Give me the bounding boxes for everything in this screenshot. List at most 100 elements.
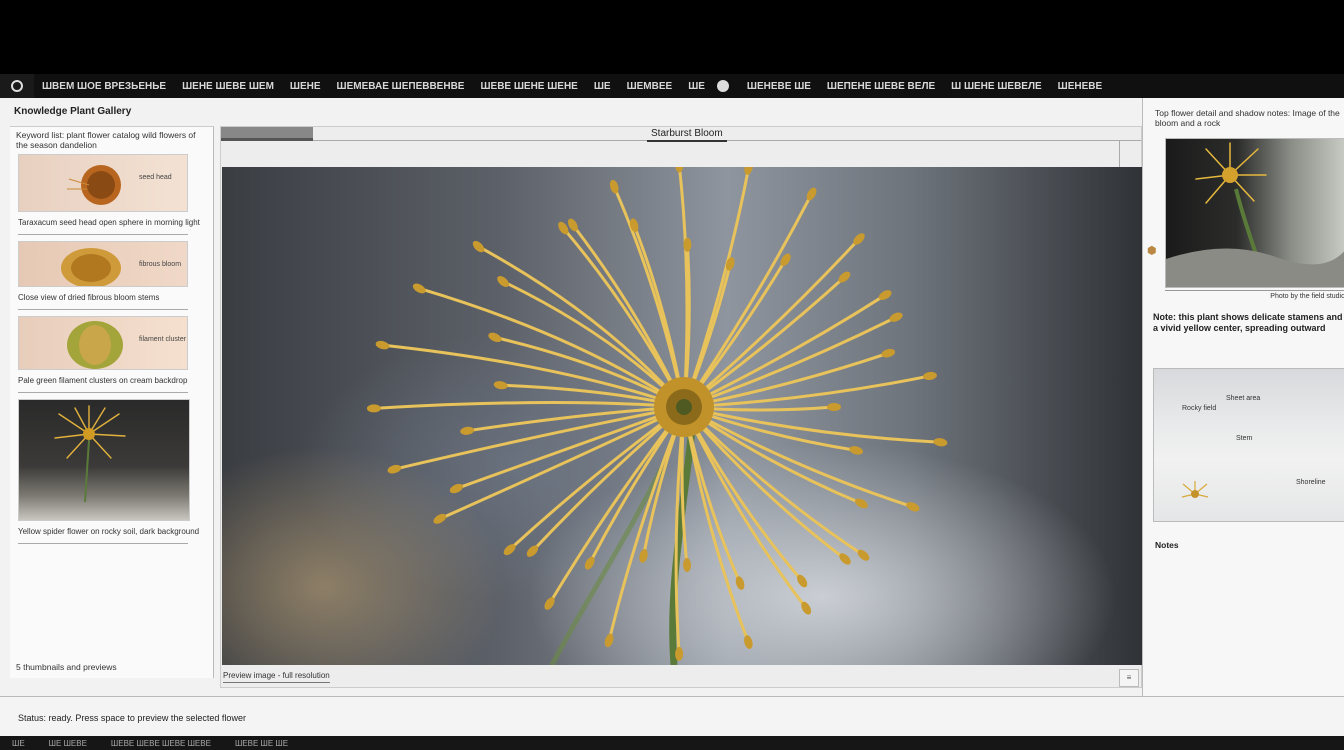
petal-tip — [889, 312, 903, 322]
taskbar: ШЕ ШЕ ШЕВЕ ШЕВЕ ШЕВЕ ШЕВЕ ШЕВЕ ШЕВЕ ШЕ Ш… — [0, 736, 1344, 750]
mini-flower-icon — [1181, 481, 1209, 498]
detail-header: Top flower detail and shadow notes: Imag… — [1155, 108, 1340, 128]
thumbnail-image[interactable]: seed head — [18, 154, 188, 212]
detail-panel: Top flower detail and shadow notes: Imag… — [1142, 98, 1344, 696]
thumbnail-card[interactable]: fibrous bloom Close view of dried fibrou… — [18, 241, 205, 310]
detail-flower-icon — [1166, 142, 1344, 287]
divider — [18, 234, 188, 235]
app-logo-icon[interactable] — [0, 74, 34, 98]
thumbnail-image[interactable] — [18, 399, 190, 521]
detail-image-caption: Photo by the field studio — [1165, 290, 1344, 300]
starburst-flower-icon — [366, 167, 948, 665]
menu-item[interactable]: ШЕПЕНЕ ШЕВЕ ВЕЛЕ — [819, 81, 943, 92]
thumbnail-card[interactable]: filament cluster Pale green filament clu… — [18, 316, 205, 393]
menu-item[interactable]: ШЕНЕ — [282, 81, 329, 92]
globe-icon[interactable] — [716, 80, 729, 92]
filament-cluster-icon — [67, 321, 123, 369]
thumbnail-card[interactable]: seed head Taraxacum seed head open spher… — [18, 154, 205, 235]
main-preview-image[interactable] — [222, 167, 1142, 665]
scroll-gutter[interactable] — [1119, 141, 1141, 167]
status-text: Status: ready. Press space to preview th… — [18, 713, 246, 723]
detail-image[interactable] — [1165, 138, 1344, 288]
petal-tip — [933, 438, 948, 447]
menu-item[interactable]: ШЕ — [586, 81, 619, 92]
thumbnail-label: filament cluster — [139, 336, 187, 343]
detail-note: Note: this plant shows delicate stamens … — [1153, 312, 1343, 333]
petal-tip — [683, 558, 692, 573]
petal-tip — [497, 276, 510, 288]
petal — [682, 405, 942, 444]
petal-tip — [639, 549, 648, 563]
petal-tip — [744, 635, 753, 650]
thumbnail-label: seed head — [139, 174, 172, 181]
menubar: ШВЕМ ШОЕ ВРЕЗЬЕНЬЕ ШЕНЕ ШЕВЕ ШЕМ ШЕНЕ ШЕ… — [0, 74, 1344, 98]
resize-handle-icon[interactable]: ≡ — [1119, 669, 1139, 687]
menu-item[interactable]: ШЕВЕ ШЕНЕ ШЕНЕ — [472, 81, 585, 92]
petal — [682, 405, 915, 509]
preview-panel: Starburst Bloom Preview image - full res… — [220, 126, 1142, 688]
petal-tip — [675, 167, 684, 173]
petal-tip — [854, 498, 868, 509]
menu-item[interactable]: ШЕНЕВЕ — [1050, 81, 1111, 92]
thumbnail-image[interactable]: filament cluster — [18, 316, 188, 370]
petal-tip — [433, 513, 447, 524]
petal-tip — [375, 340, 390, 350]
detail-map[interactable]: Sheet area Rocky field Stem Shoreline — [1153, 368, 1344, 522]
thumbnail-caption: Close view of dried fibrous bloom stems — [18, 293, 160, 302]
petal-tip — [449, 483, 463, 494]
app-window: Knowledge Plant Gallery Keyword list: pl… — [0, 98, 1344, 736]
petal-tip — [906, 502, 920, 512]
petal-tip — [366, 404, 381, 413]
petal-tip — [629, 218, 639, 233]
divider — [18, 309, 188, 310]
menu-item[interactable]: Ш ШЕНЕ ШЕВЕЛЕ — [943, 81, 1050, 92]
petal-tip — [827, 403, 841, 411]
seed-head-icon — [67, 165, 121, 205]
menu-item[interactable]: ШВЕМ ШОЕ ВРЕЗЬЕНЬЕ — [34, 81, 174, 92]
taskbar-item[interactable]: ШЕ ШЕВЕ — [37, 739, 99, 748]
window-title: Knowledge Plant Gallery — [14, 106, 132, 117]
petal-tip — [387, 464, 402, 474]
detail-footer: Notes — [1155, 540, 1179, 550]
preview-title: Starburst Bloom — [647, 128, 727, 142]
menu-item[interactable]: ШЕМЕВАЕ ШЕПЕВВЕНВЕ — [329, 81, 473, 92]
taskbar-item[interactable]: ШЕВЕ ШЕ ШЕ — [223, 739, 300, 748]
divider — [18, 543, 188, 544]
thumbnail-sidebar: Keyword list: plant flower catalog wild … — [10, 126, 214, 678]
sidebar-header: Keyword list: plant flower catalog wild … — [16, 130, 196, 150]
taskbar-item[interactable]: ШЕ — [0, 739, 37, 748]
map-label: Shoreline — [1296, 479, 1326, 486]
petal-tip — [584, 556, 595, 570]
menu-item[interactable]: ШЕНЕ ШЕВЕ ШЕМ — [174, 81, 282, 92]
petal — [477, 245, 686, 409]
thumbnail-caption: Yellow spider flower on rocky soil, dark… — [18, 527, 200, 536]
letterbox-top — [0, 0, 1344, 74]
map-label: Rocky field — [1182, 405, 1217, 412]
spider-flower-icon — [54, 405, 126, 503]
sidebar-footer: 5 thumbnails and previews — [16, 662, 117, 672]
menu-item[interactable]: ШЕМВЕЕ — [619, 81, 681, 92]
thumbnail-card[interactable]: Yellow spider flower on rocky soil, dark… — [18, 399, 205, 544]
thumbnail-image[interactable]: fibrous bloom — [18, 241, 188, 287]
petal-tip — [488, 332, 502, 343]
preview-caption: Preview image - full resolution — [223, 671, 330, 683]
status-bar: Status: ready. Press space to preview th… — [0, 696, 1344, 736]
menu-item[interactable]: ШЕ — [680, 81, 713, 92]
thumbnail-caption: Pale green filament clusters on cream ba… — [18, 376, 188, 385]
petal-tip — [472, 240, 485, 253]
petal-tip — [735, 576, 745, 590]
petal-tip — [881, 348, 896, 358]
taskbar-item[interactable]: ШЕВЕ ШЕВЕ ШЕВЕ ШЕВЕ — [99, 739, 223, 748]
petal-tip — [609, 179, 619, 194]
petal-tip — [922, 371, 937, 381]
thumbnail-label: fibrous bloom — [139, 261, 182, 268]
map-label: Stem — [1236, 435, 1253, 442]
menu-item[interactable]: ШЕНЕВЕ ШЕ — [739, 81, 819, 92]
petal-tip — [744, 167, 753, 175]
tab-active[interactable] — [221, 127, 313, 141]
petal-tip — [806, 187, 817, 201]
bookmark-icon[interactable]: ⬢ — [1147, 245, 1157, 257]
petal-tip — [493, 381, 508, 390]
tab-underline — [313, 140, 1141, 141]
petal-tip — [849, 446, 864, 455]
